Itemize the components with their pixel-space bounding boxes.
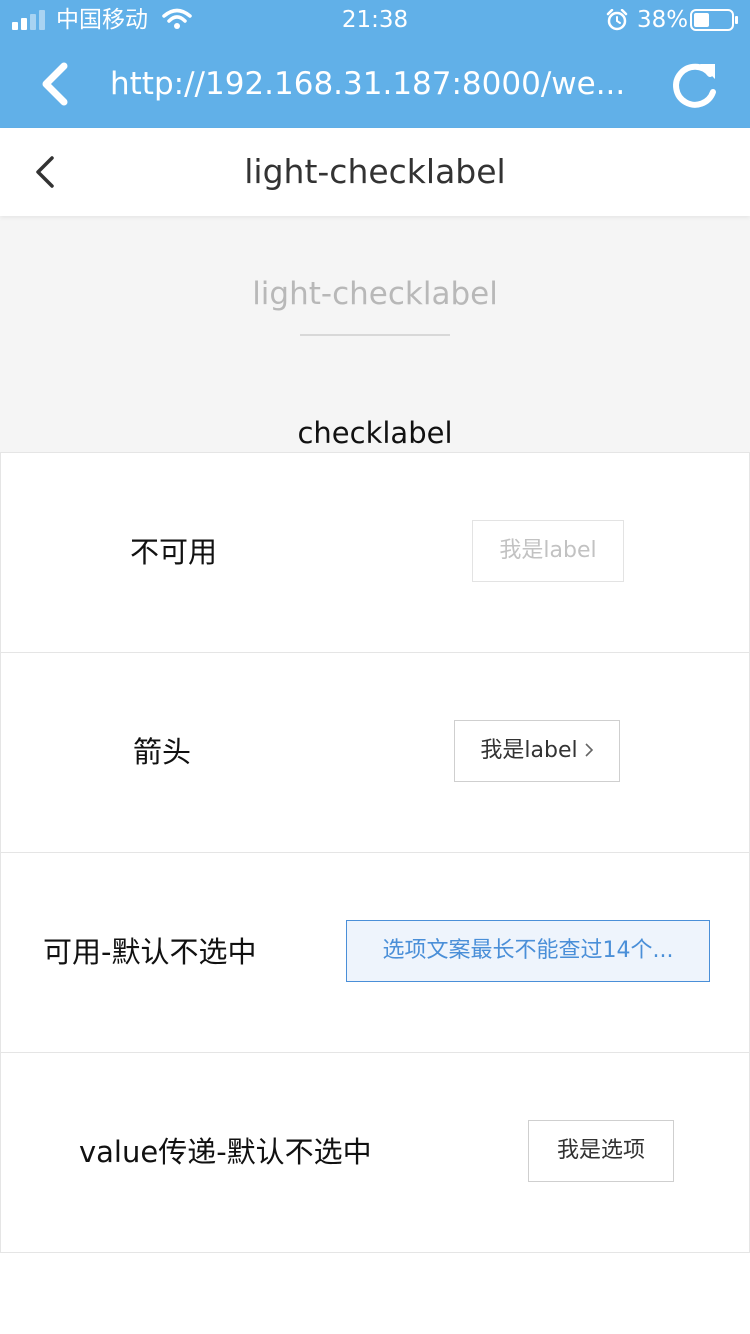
row-arrow: 箭头 我是label bbox=[0, 652, 750, 853]
row-label: 可用-默认不选中 bbox=[43, 935, 257, 969]
checklabel-option[interactable]: 我是选项 bbox=[528, 1120, 674, 1182]
page-header: light-checklabel checklabel bbox=[0, 216, 750, 452]
chevron-right-icon bbox=[585, 743, 593, 757]
page-navbar: light-checklabel bbox=[0, 128, 750, 216]
status-bar: 中国移动 21:38 38% bbox=[0, 0, 750, 40]
battery-percentage: 38% bbox=[637, 7, 689, 33]
row-label: 箭头 bbox=[133, 735, 192, 769]
row-default-unselected: 可用-默认不选中 选项文案最长不能查过14个... bbox=[0, 852, 750, 1053]
row-label: 不可用 bbox=[130, 535, 218, 569]
checklabel-long-text[interactable]: 选项文案最长不能查过14个... bbox=[346, 920, 710, 982]
browser-toolbar: http://192.168.31.187:8000/we... bbox=[0, 40, 750, 128]
alarm-icon bbox=[606, 9, 628, 31]
checklabel-disabled: 我是label bbox=[472, 520, 624, 582]
heading-divider bbox=[300, 334, 450, 336]
row-disabled: 不可用 我是label bbox=[0, 452, 750, 653]
battery-icon bbox=[690, 9, 738, 31]
section-title: checklabel bbox=[297, 416, 453, 450]
checklabel-arrow[interactable]: 我是label bbox=[454, 720, 620, 782]
navbar-title: light-checklabel bbox=[244, 152, 506, 191]
row-value-passing: value传递-默认不选中 我是选项 bbox=[0, 1052, 750, 1253]
page-heading: light-checklabel bbox=[252, 276, 498, 312]
row-label: value传递-默认不选中 bbox=[79, 1135, 372, 1169]
browser-back-icon[interactable] bbox=[30, 62, 80, 106]
refresh-icon[interactable] bbox=[668, 58, 722, 110]
browser-url[interactable]: http://192.168.31.187:8000/we... bbox=[110, 62, 640, 106]
chip-label: 我是label bbox=[480, 738, 578, 763]
